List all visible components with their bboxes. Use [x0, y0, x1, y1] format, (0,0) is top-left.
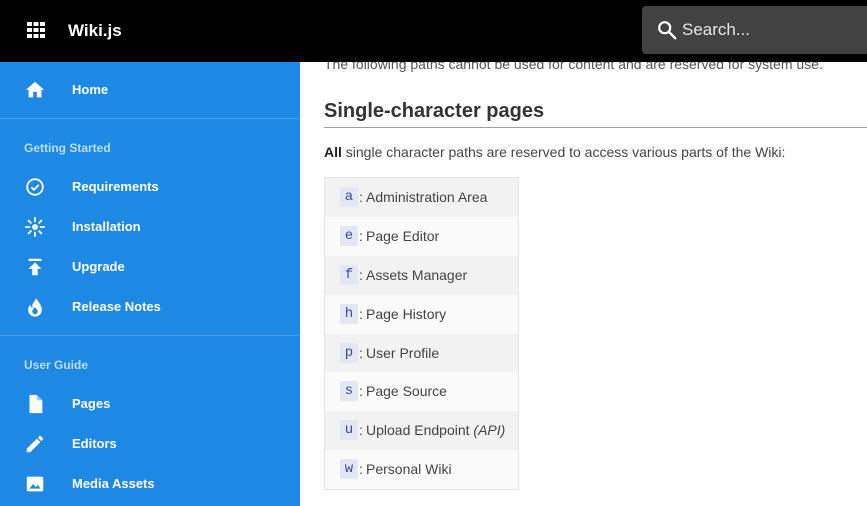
path-description: Page Source	[366, 383, 447, 399]
path-code: e	[340, 225, 358, 246]
sidebar-item-pages[interactable]: Pages	[0, 386, 300, 422]
path-description: Upload Endpoint (API)	[366, 422, 505, 438]
heading-divider	[324, 127, 867, 128]
list-item: w : Personal Wiki	[325, 450, 518, 489]
search-input[interactable]	[682, 14, 862, 46]
sidebar-item-label: Pages	[72, 396, 111, 411]
sidebar-divider	[0, 335, 300, 336]
home-icon	[24, 79, 46, 101]
path-description-text: Page Editor	[366, 227, 440, 244]
sidebar-item-home[interactable]: Home	[0, 72, 300, 108]
reserved-paths-list: a : Administration Area e : Page Editor …	[324, 177, 519, 491]
path-separator: :	[359, 189, 363, 205]
image-icon	[24, 473, 46, 495]
check-circle-icon	[24, 176, 46, 198]
upgrade-icon	[24, 256, 46, 278]
file-icon	[24, 393, 46, 415]
pencil-icon	[24, 433, 46, 455]
path-description: Personal Wiki	[366, 461, 452, 477]
path-description: Assets Manager	[366, 267, 467, 283]
path-separator: :	[359, 461, 363, 478]
list-item: e : Page Editor	[325, 217, 518, 256]
list-item: h : Page History	[325, 295, 518, 334]
path-code: s	[340, 381, 358, 402]
section-header-getting-started: Getting Started	[24, 141, 111, 155]
path-code: a	[340, 187, 358, 207]
path-code: w	[340, 459, 358, 480]
sidebar-divider	[0, 118, 300, 119]
sidebar-item-media-assets[interactable]: Media Assets	[0, 466, 300, 502]
section-heading: Single-character pages	[324, 100, 545, 122]
sidebar-item-label: Editors	[72, 436, 117, 451]
page-content: The following paths cannot be used for c…	[300, 62, 867, 506]
path-description: User Profile	[366, 345, 439, 361]
path-note: (API)	[473, 422, 506, 439]
sidebar-item-label: Home	[72, 82, 109, 97]
paragraph-bold-text: All	[324, 144, 342, 160]
description-paragraph: All single character paths are reserved …	[324, 144, 785, 160]
section-header-user-guide: User Guide	[24, 358, 89, 372]
apps-grid-icon[interactable]	[27, 22, 45, 38]
intro-text: The following paths cannot be used for c…	[324, 62, 823, 72]
sidebar-item-editors[interactable]: Editors	[0, 426, 300, 462]
path-description-text: User Profile	[366, 344, 440, 361]
sidebar-item-release-notes[interactable]: Release Notes	[0, 289, 300, 325]
list-item: s : Page Source	[325, 372, 518, 411]
path-description-text: Page History	[366, 305, 447, 322]
path-code: p	[340, 342, 358, 363]
path-description-text: Personal Wiki	[366, 461, 452, 478]
top-app-bar: Wiki.js	[0, 0, 867, 62]
sidebar-item-label: Release Notes	[72, 299, 161, 314]
fire-icon	[24, 296, 46, 318]
path-separator: :	[359, 422, 363, 439]
path-code: h	[340, 303, 358, 324]
sidebar-item-label: Requirements	[72, 179, 159, 194]
path-separator: :	[359, 305, 363, 322]
sidebar-item-installation[interactable]: Installation	[0, 209, 300, 245]
path-description-text: Administration Area	[366, 189, 488, 205]
path-description: Administration Area	[366, 189, 487, 205]
sidebar-item-label: Media Assets	[72, 476, 155, 491]
search-icon	[656, 19, 678, 41]
path-code: u	[340, 420, 358, 441]
sidebar-item-upgrade[interactable]: Upgrade	[0, 249, 300, 285]
installation-icon	[24, 216, 46, 238]
path-code: f	[340, 264, 358, 285]
path-separator: :	[359, 383, 363, 400]
list-item: f : Assets Manager	[325, 255, 518, 295]
path-description: Page History	[366, 306, 446, 322]
path-description-text: Page Source	[366, 383, 447, 400]
path-separator: :	[359, 227, 363, 244]
path-description-text: Upload Endpoint	[366, 422, 470, 439]
path-separator: :	[359, 266, 363, 283]
sidebar-item-label: Upgrade	[72, 259, 125, 274]
path-separator: :	[359, 344, 363, 361]
path-description-text: Assets Manager	[366, 266, 468, 283]
list-item: p : User Profile	[325, 333, 518, 373]
list-item: a : Administration Area	[325, 178, 518, 217]
list-item: u : Upload Endpoint (API)	[325, 411, 518, 451]
sidebar-nav: Home Getting Started Requirements Instal…	[0, 62, 300, 506]
app-title[interactable]: Wiki.js	[68, 21, 122, 41]
path-description: Page Editor	[366, 228, 439, 244]
sidebar-item-requirements[interactable]: Requirements	[0, 169, 300, 205]
sidebar-item-label: Installation	[72, 219, 141, 234]
paragraph-text: single character paths are reserved to a…	[341, 144, 786, 160]
search-box[interactable]	[642, 6, 867, 54]
